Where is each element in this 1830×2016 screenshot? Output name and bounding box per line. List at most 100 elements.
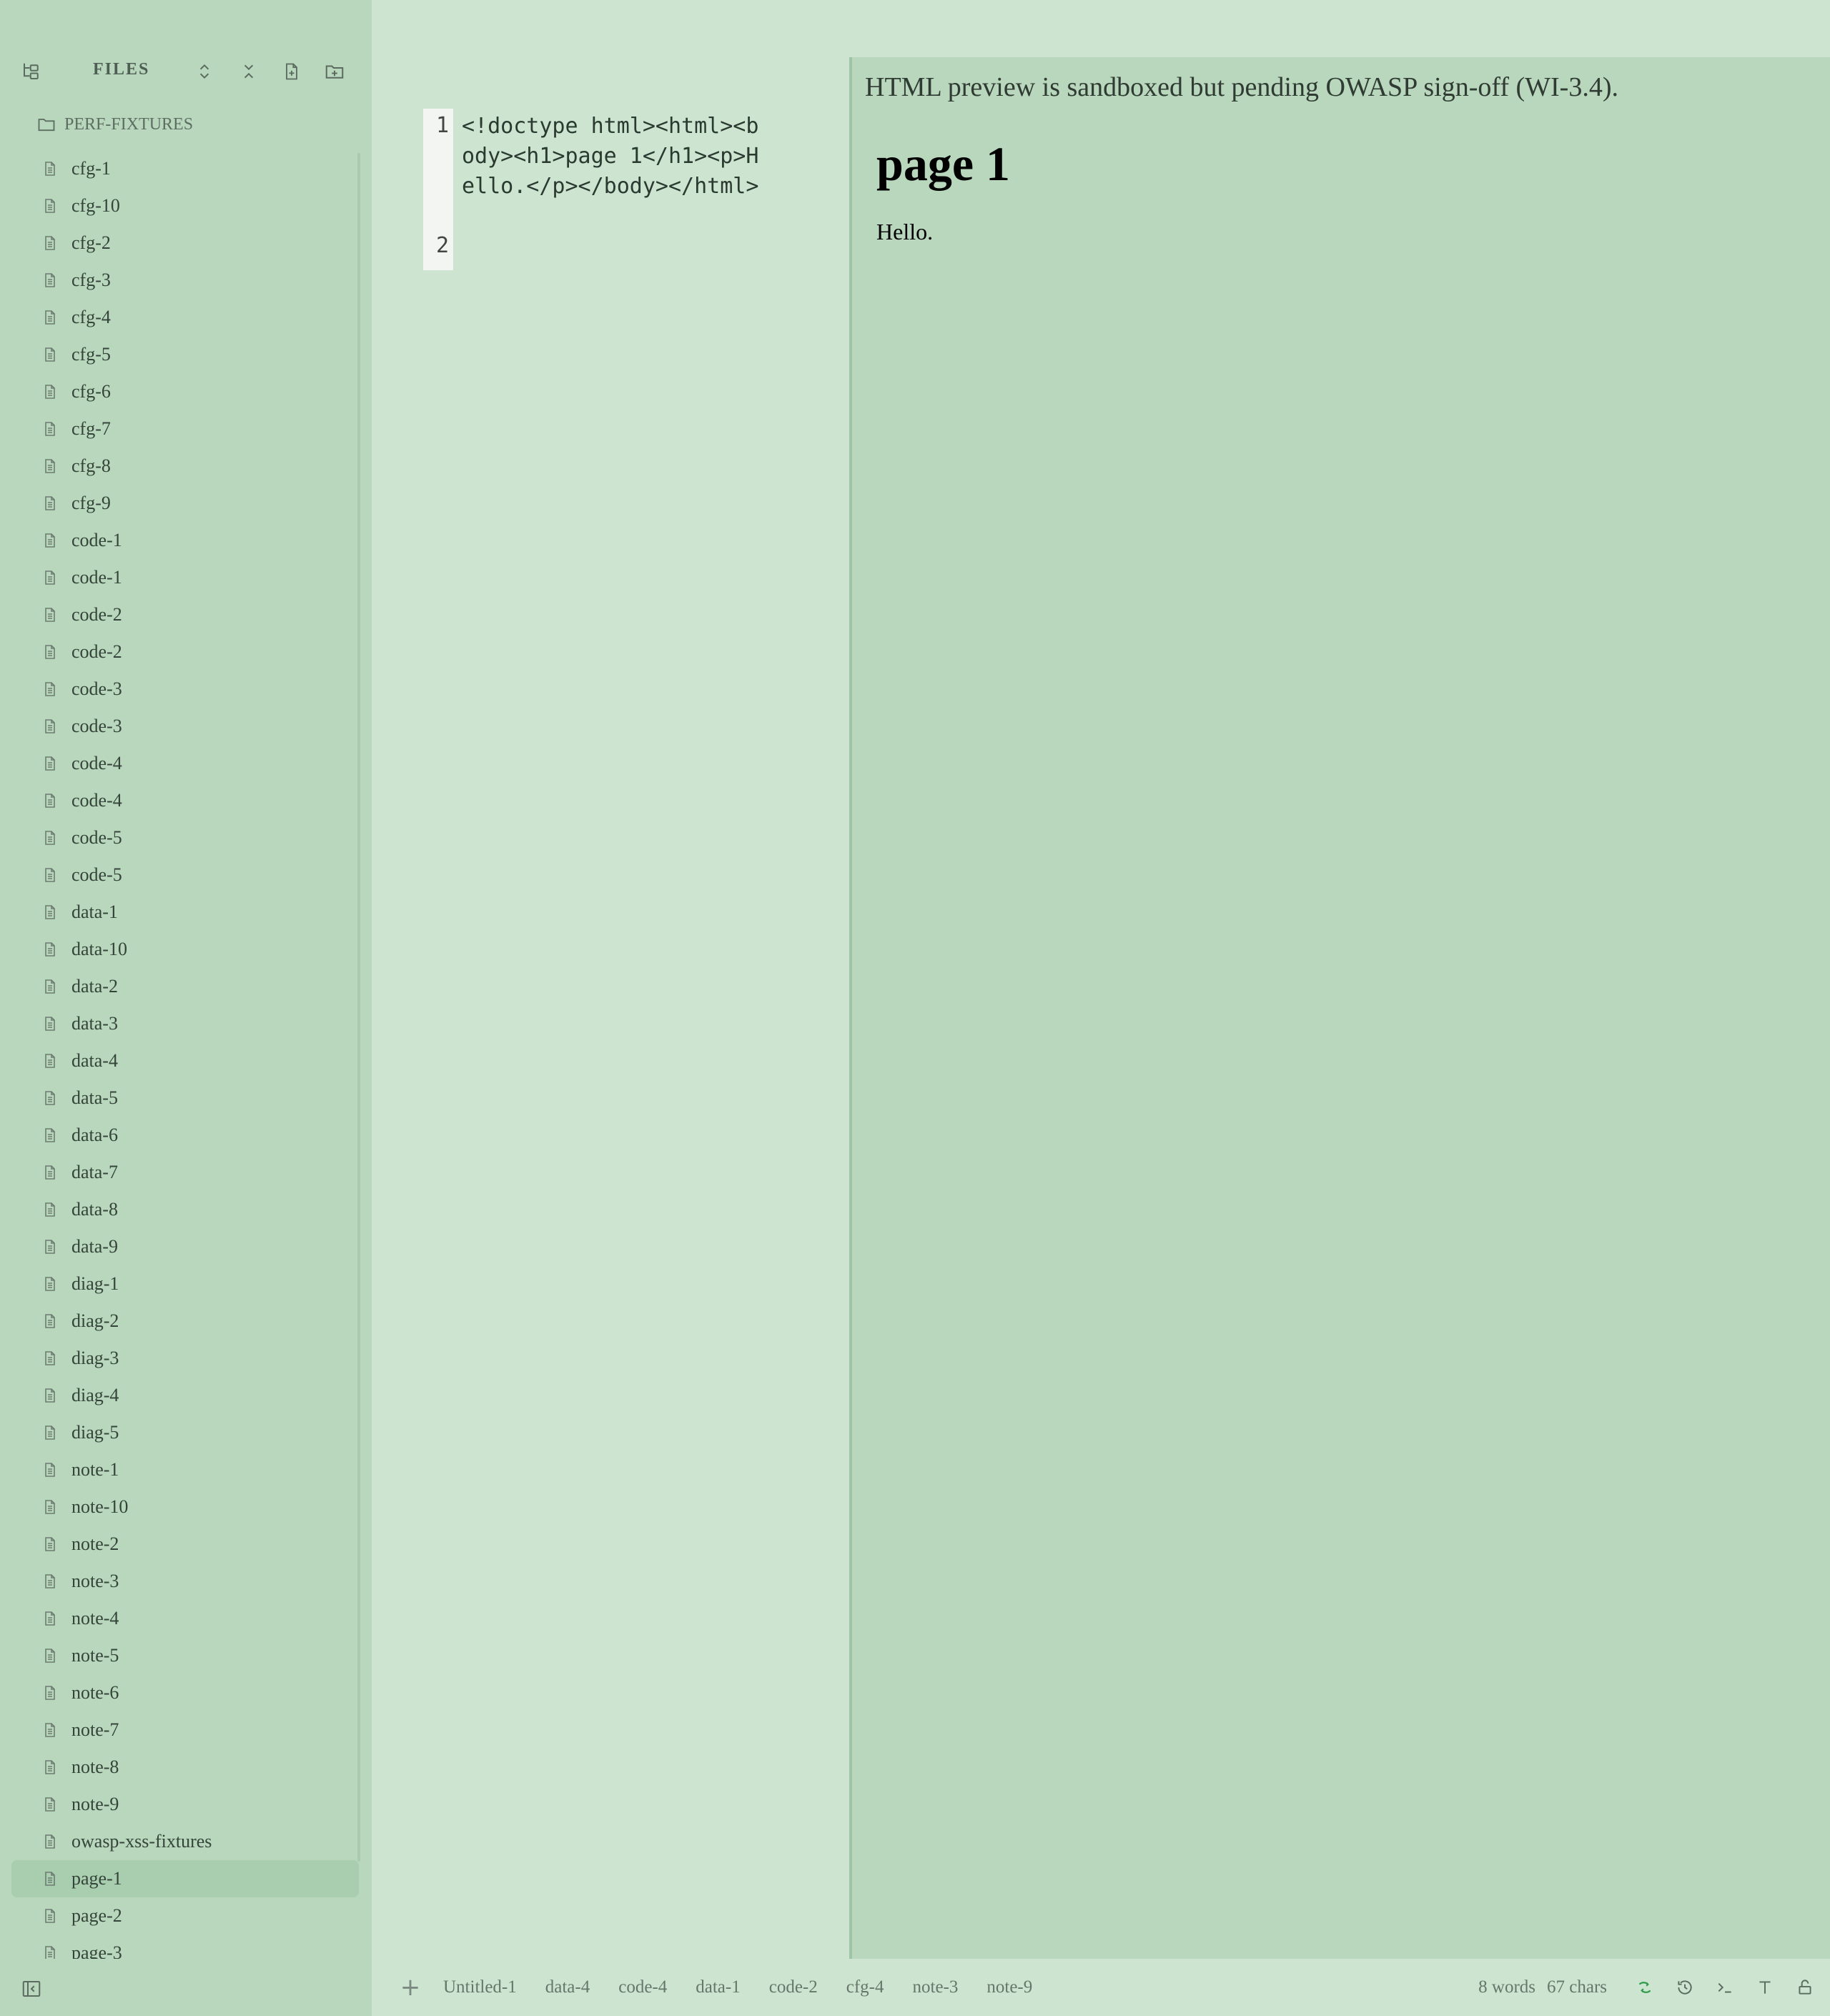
- file-tree-icon[interactable]: [19, 59, 44, 84]
- file-item[interactable]: cfg-1: [11, 150, 359, 187]
- file-item[interactable]: data-2: [11, 968, 359, 1005]
- expand-collapse-icon[interactable]: [192, 59, 217, 84]
- file-item[interactable]: code-5: [11, 856, 359, 894]
- file-item[interactable]: data-8: [11, 1191, 359, 1228]
- file-icon: [41, 1720, 60, 1740]
- new-folder-icon[interactable]: [322, 59, 347, 84]
- file-item[interactable]: cfg-7: [11, 410, 359, 448]
- file-item[interactable]: code-4: [11, 745, 359, 782]
- file-icon: [41, 1534, 60, 1554]
- line-number: 1: [435, 113, 449, 138]
- file-item[interactable]: code-2: [11, 633, 359, 671]
- editor-tab[interactable]: Untitled-1: [443, 1977, 517, 1997]
- file-item-label: code-5: [71, 864, 122, 885]
- editor-tab[interactable]: cfg-4: [846, 1977, 884, 1997]
- editor-tab[interactable]: note-3: [913, 1977, 959, 1997]
- file-item[interactable]: note-9: [11, 1786, 359, 1823]
- new-file-icon[interactable]: [279, 59, 305, 84]
- file-item[interactable]: diag-1: [11, 1265, 359, 1303]
- file-item[interactable]: note-3: [11, 1563, 359, 1600]
- file-item[interactable]: note-4: [11, 1600, 359, 1637]
- file-item[interactable]: owasp-xss-fixtures: [11, 1823, 359, 1860]
- file-item-label: data-5: [71, 1087, 118, 1108]
- file-item[interactable]: data-7: [11, 1154, 359, 1191]
- char-count: 67 chars: [1547, 1977, 1607, 1997]
- file-item-label: note-10: [71, 1496, 129, 1517]
- new-tab-button[interactable]: +: [397, 1973, 423, 2002]
- file-item-label: code-2: [71, 641, 122, 662]
- file-item[interactable]: diag-4: [11, 1377, 359, 1414]
- file-item-label: owasp-xss-fixtures: [71, 1831, 212, 1852]
- file-item-label: data-10: [71, 939, 127, 959]
- file-item-label: diag-1: [71, 1273, 119, 1294]
- code-editor[interactable]: 1 2 <!doctype html><html><body><h1>page …: [423, 109, 766, 273]
- file-item-label: cfg-7: [71, 418, 111, 439]
- file-icon: [41, 1683, 60, 1703]
- editor-tab[interactable]: data-4: [545, 1977, 590, 1997]
- html-preview-pane: HTML preview is sandboxed but pending OW…: [849, 57, 1830, 1959]
- file-item[interactable]: page-3: [11, 1935, 359, 1959]
- file-item[interactable]: cfg-3: [11, 262, 359, 299]
- file-item[interactable]: note-7: [11, 1711, 359, 1749]
- file-item[interactable]: code-3: [11, 671, 359, 708]
- file-item[interactable]: note-6: [11, 1674, 359, 1711]
- editor-tab[interactable]: code-4: [618, 1977, 667, 1997]
- file-item[interactable]: note-10: [11, 1488, 359, 1526]
- file-item[interactable]: data-6: [11, 1117, 359, 1154]
- file-item-label: cfg-10: [71, 195, 120, 216]
- file-item[interactable]: code-1: [11, 559, 359, 596]
- file-item[interactable]: code-1: [11, 522, 359, 559]
- file-item[interactable]: data-3: [11, 1005, 359, 1042]
- file-icon: [41, 1497, 60, 1517]
- terminal-icon[interactable]: [1713, 1975, 1737, 2000]
- file-item[interactable]: data-5: [11, 1079, 359, 1117]
- file-item[interactable]: code-5: [11, 819, 359, 856]
- file-item[interactable]: cfg-2: [11, 224, 359, 262]
- file-item[interactable]: data-9: [11, 1228, 359, 1265]
- file-item-label: cfg-4: [71, 307, 111, 327]
- root-folder[interactable]: PERF-FIXTURES: [36, 110, 193, 139]
- file-item[interactable]: cfg-6: [11, 373, 359, 410]
- file-item[interactable]: data-1: [11, 894, 359, 931]
- file-item[interactable]: diag-2: [11, 1303, 359, 1340]
- file-item[interactable]: page-2: [11, 1897, 359, 1935]
- file-item[interactable]: data-10: [11, 931, 359, 968]
- file-item-label: data-8: [71, 1199, 118, 1220]
- file-item-label: data-4: [71, 1050, 118, 1071]
- sync-icon[interactable]: [1633, 1975, 1657, 2000]
- file-item-label: page-1: [71, 1868, 122, 1889]
- file-item[interactable]: note-8: [11, 1749, 359, 1786]
- preview-paragraph: Hello.: [876, 219, 934, 244]
- file-item[interactable]: note-1: [11, 1451, 359, 1488]
- file-item-label: code-5: [71, 827, 122, 848]
- file-item[interactable]: cfg-8: [11, 448, 359, 485]
- history-icon[interactable]: [1673, 1975, 1697, 2000]
- file-item[interactable]: diag-3: [11, 1340, 359, 1377]
- file-item[interactable]: page-1: [11, 1860, 359, 1897]
- file-item-label: code-1: [71, 530, 122, 550]
- file-item[interactable]: code-2: [11, 596, 359, 633]
- editor-tab[interactable]: note-9: [986, 1977, 1032, 1997]
- file-item[interactable]: cfg-5: [11, 336, 359, 373]
- sidebar-toggle-icon[interactable]: [19, 1976, 44, 2002]
- lock-icon[interactable]: [1793, 1975, 1817, 2000]
- file-icon: [41, 605, 60, 625]
- file-item[interactable]: code-4: [11, 782, 359, 819]
- file-item[interactable]: code-3: [11, 708, 359, 745]
- file-item-label: diag-3: [71, 1348, 119, 1368]
- file-item[interactable]: cfg-4: [11, 299, 359, 336]
- file-item-label: note-5: [71, 1645, 119, 1666]
- file-item-label: note-3: [71, 1571, 119, 1591]
- editor-tab[interactable]: code-2: [769, 1977, 818, 1997]
- file-item[interactable]: cfg-10: [11, 187, 359, 224]
- file-item[interactable]: data-4: [11, 1042, 359, 1079]
- text-format-icon[interactable]: [1753, 1975, 1777, 2000]
- file-icon: [41, 865, 60, 885]
- file-item[interactable]: note-2: [11, 1526, 359, 1563]
- file-item[interactable]: diag-5: [11, 1414, 359, 1451]
- code-content[interactable]: <!doctype html><html><body><h1>page 1</h…: [462, 112, 762, 202]
- file-item[interactable]: note-5: [11, 1637, 359, 1674]
- editor-tab[interactable]: data-1: [696, 1977, 740, 1997]
- file-item[interactable]: cfg-9: [11, 485, 359, 522]
- collapse-all-icon[interactable]: [236, 59, 262, 84]
